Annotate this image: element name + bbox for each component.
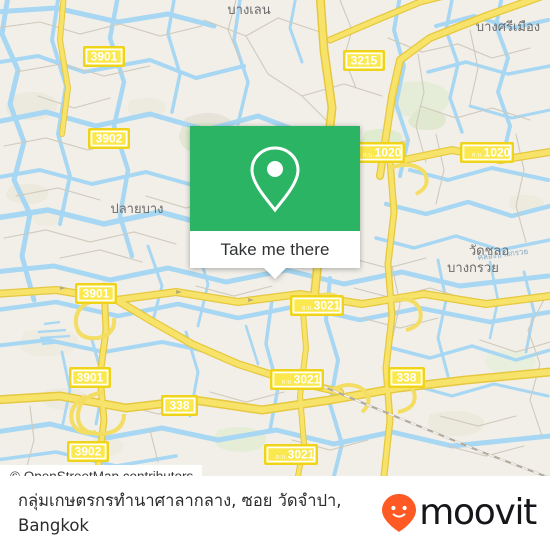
destination-callout[interactable]: Take me there: [190, 126, 360, 279]
place-title: กลุ่มเกษตรกรทำนาศาลากลาง, ซอย วัดจำปา, B…: [18, 491, 342, 535]
road-shield-number: 3901: [91, 50, 118, 64]
place-label: ปลายบาง: [110, 202, 163, 217]
road-shield[interactable]: 3902: [67, 441, 109, 462]
road-shield[interactable]: 3902: [88, 128, 130, 149]
callout-tail: [264, 268, 286, 279]
road-shield-number: 3901: [77, 371, 104, 385]
road-shield[interactable]: ถ.บ. 3021: [290, 295, 344, 316]
place-label: บางเลน: [227, 3, 270, 18]
road-shield[interactable]: 3901: [83, 46, 125, 67]
road-shield-number: 3901: [83, 287, 110, 301]
road-shield-number: 3902: [96, 132, 123, 146]
callout-header: [190, 126, 360, 231]
road-shield-number: 338: [169, 399, 189, 413]
road-shield-number: 1020: [375, 146, 402, 160]
road-shield-prefix: ถ.บ.: [472, 152, 483, 159]
moovit-brand[interactable]: moovit: [381, 493, 550, 533]
road-shield[interactable]: ถ.บ. 3021: [270, 369, 324, 390]
road-shield-prefix: ถ.บ.: [363, 152, 374, 159]
road-shield[interactable]: 3215: [343, 50, 385, 71]
road-shield[interactable]: ถ.บ. 1020: [460, 142, 514, 163]
road-shield[interactable]: 3901: [75, 283, 117, 304]
road-shield-prefix: ถ.บ.: [276, 454, 287, 461]
road-shield-prefix: ถ.บ.: [282, 379, 293, 386]
moovit-pin-icon: [382, 494, 417, 532]
road-shield[interactable]: 338: [161, 395, 198, 416]
road-shield-number: 3021: [314, 299, 341, 313]
map-pin-icon: [250, 145, 300, 212]
take-me-there-label: Take me there: [220, 239, 330, 259]
road-shield-number: 3021: [288, 448, 315, 462]
callout-footer[interactable]: Take me there: [190, 231, 360, 279]
road-shield-number: 1020: [484, 146, 511, 160]
road-shield[interactable]: 338: [388, 367, 425, 388]
place-label: บางศรีเมือง: [476, 19, 540, 35]
road-shield-number: 3902: [75, 445, 102, 459]
road-shield-number: 338: [396, 371, 416, 385]
moovit-wordmark: moovit: [419, 492, 537, 533]
road-shield-number: 3215: [351, 54, 378, 68]
bottom-info-bar: กลุ่มเกษตรกรทำนาศาลากลาง, ซอย วัดจำปา, B…: [0, 476, 550, 550]
road-shield[interactable]: ถ.บ. 3021: [264, 444, 318, 465]
moovit-map-share-card: บางเลน บางศรีเมือง ปลายบาง วัดชลอ บางกรว…: [0, 0, 550, 550]
road-shield-number: 3021: [294, 373, 321, 387]
road-shield-prefix: ถ.บ.: [302, 305, 313, 312]
road-shield[interactable]: 3901: [69, 367, 111, 388]
place-label: บางกรวย: [447, 261, 499, 276]
